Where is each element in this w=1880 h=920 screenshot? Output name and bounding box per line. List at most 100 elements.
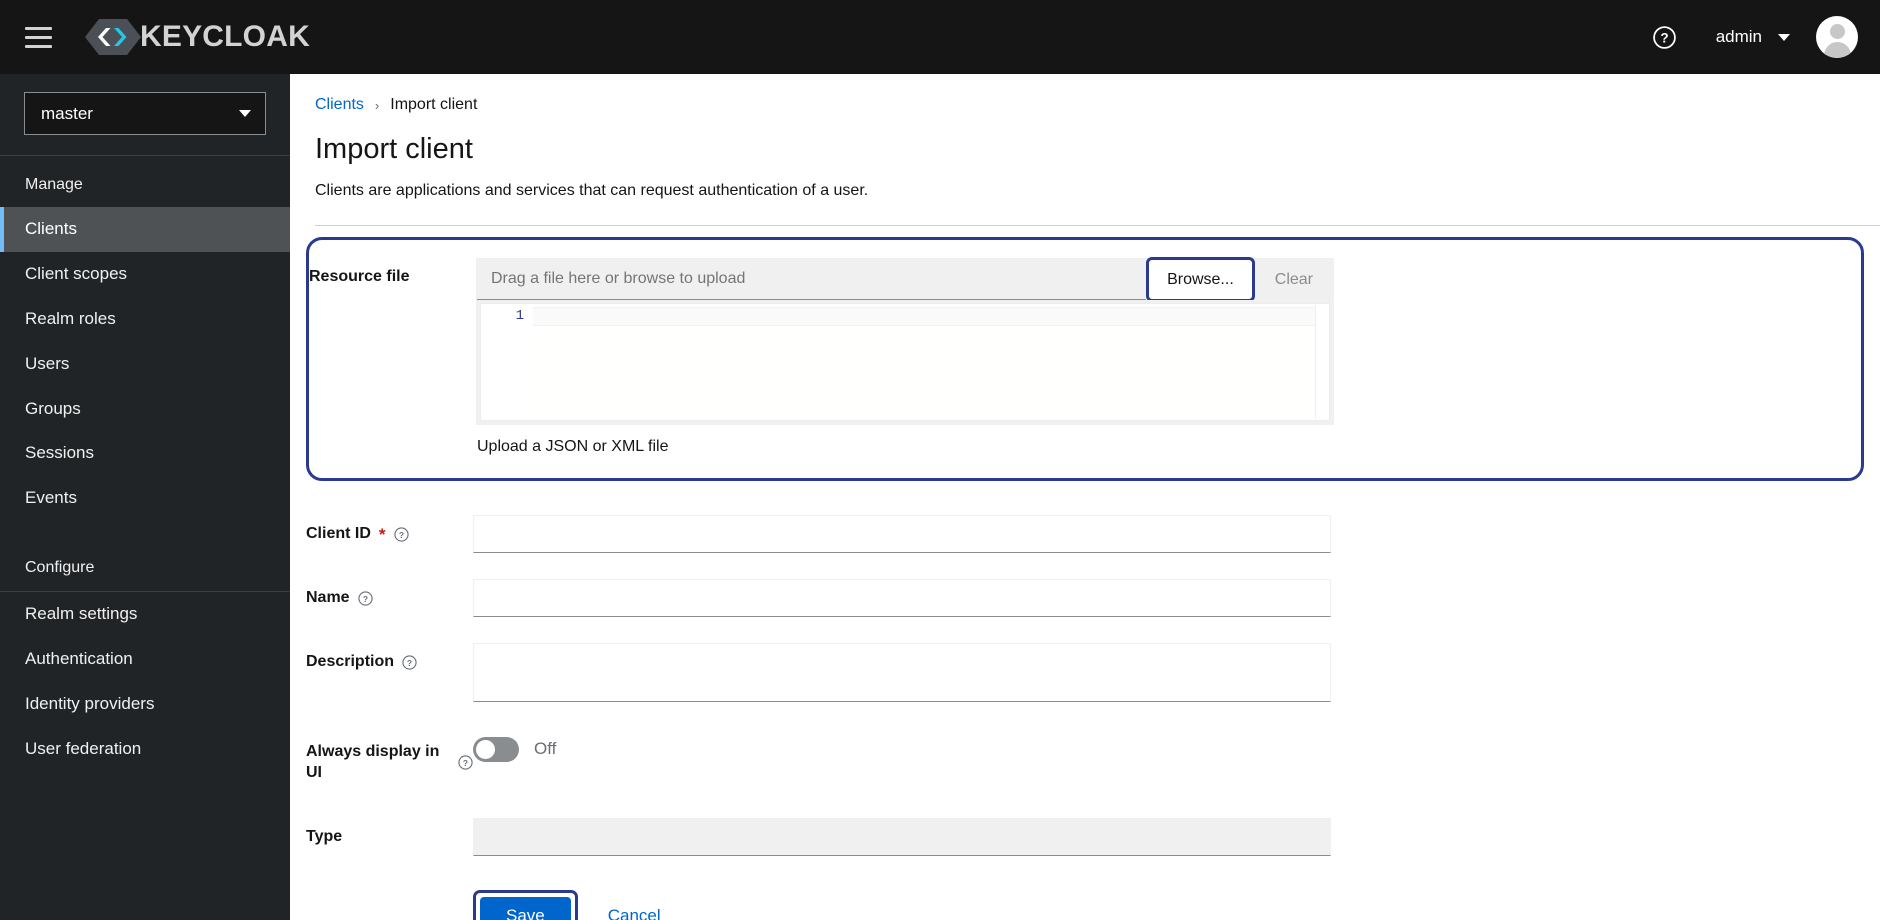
sidebar-item-sessions[interactable]: Sessions	[0, 431, 290, 476]
client-id-field	[473, 514, 1331, 553]
resource-file-label: Resource file	[309, 258, 476, 288]
breadcrumb-link-clients[interactable]: Clients	[315, 96, 364, 114]
always-display-toggle[interactable]	[473, 736, 519, 762]
question-circle-icon: ?	[402, 655, 417, 670]
code-editor-gutter: 1	[481, 304, 533, 421]
sidebar-item-realm-settings[interactable]: Realm settings	[0, 592, 290, 637]
chevron-down-icon	[1778, 33, 1790, 41]
line-number: 1	[515, 308, 524, 325]
clear-button[interactable]: Clear	[1255, 259, 1333, 300]
file-name-input[interactable]	[477, 259, 1147, 301]
type-input	[473, 817, 1331, 856]
type-field	[473, 817, 1331, 856]
sidebar-item-label: User federation	[25, 738, 142, 758]
hamburger-bar-icon	[24, 26, 52, 30]
save-button[interactable]: Save	[480, 896, 571, 920]
browse-button[interactable]: Browse...	[1150, 264, 1251, 295]
sidebar-item-groups[interactable]: Groups	[0, 387, 290, 432]
realm-selector[interactable]: master	[24, 92, 266, 135]
brand-logo-link[interactable]: KEYCLOAK	[84, 15, 310, 59]
help-icon[interactable]: ?	[402, 655, 417, 670]
header-divider	[315, 225, 1880, 227]
keycloak-hexagon-icon	[85, 19, 141, 55]
help-icon[interactable]: ?	[357, 591, 373, 606]
sidebar-item-clients[interactable]: Clients	[0, 206, 290, 252]
form-spacer	[290, 707, 1880, 733]
sidebar-item-label: Users	[25, 353, 70, 373]
masthead-toolbar: ? admin	[1642, 14, 1880, 60]
resource-file-field: Browse... Clear 1	[476, 257, 1334, 458]
breadcrumb: Clients › Import client	[315, 96, 1880, 114]
name-input[interactable]	[473, 578, 1331, 617]
breadcrumb-separator-icon: ›	[374, 97, 380, 113]
page-title: Import client	[315, 133, 473, 165]
name-field	[473, 578, 1331, 617]
always-display-state-label: Off	[534, 739, 557, 759]
description-textarea[interactable]	[473, 642, 1331, 702]
sidebar-item-client-scopes[interactable]: Client scopes	[0, 252, 290, 297]
client-id-input[interactable]	[473, 514, 1331, 553]
sidebar-item-label: Clients	[25, 218, 77, 238]
sidebar-item-label: Client scopes	[25, 263, 128, 283]
sidebar: master Manage Clients Client scopes Real…	[0, 74, 290, 920]
masthead: KEYCLOAK ? admin	[0, 0, 1880, 74]
hamburger-bar-icon	[24, 44, 52, 48]
resource-file-label-text: Resource file	[309, 268, 410, 286]
save-button-focus-ring: Save	[473, 889, 578, 920]
help-button[interactable]: ?	[1642, 14, 1688, 60]
help-icon[interactable]: ?	[458, 755, 473, 770]
always-display-label-text: Always display in UI	[306, 742, 440, 781]
sidebar-item-label: Authentication	[25, 649, 133, 669]
avatar[interactable]	[1816, 16, 1858, 58]
global-nav-toggle-button[interactable]	[13, 12, 63, 62]
resource-file-hint: Upload a JSON or XML file	[477, 438, 669, 456]
always-display-label: Always display in UI ?	[306, 733, 473, 784]
sidebar-section-configure-title: Configure	[0, 547, 290, 593]
sidebar-item-label: Sessions	[25, 443, 94, 463]
form-spacer	[290, 481, 1880, 515]
description-field	[473, 642, 1331, 707]
question-circle-icon: ?	[1653, 25, 1676, 49]
sidebar-item-label: Groups	[25, 398, 81, 418]
sidebar-item-realm-roles[interactable]: Realm roles	[0, 297, 290, 342]
form-spacer	[290, 553, 1880, 579]
sidebar-item-identity-providers[interactable]: Identity providers	[0, 682, 290, 727]
breadcrumb-current: Import client	[390, 96, 478, 113]
user-name-label: admin	[1715, 27, 1762, 46]
code-active-line	[533, 307, 1315, 327]
avatar-head-icon	[1829, 24, 1845, 39]
main-content: Clients › Import client Import client Cl…	[290, 74, 1880, 920]
sidebar-item-label: Realm roles	[25, 308, 116, 328]
page-subtitle: Clients are applications and services th…	[315, 181, 869, 199]
code-editor[interactable]: 1	[477, 300, 1333, 425]
sidebar-item-users[interactable]: Users	[0, 342, 290, 387]
code-editor-content[interactable]	[533, 304, 1329, 420]
page-header: Clients › Import client Import client Cl…	[290, 74, 1880, 227]
import-client-form: Resource file Browse... Clear	[290, 237, 1880, 920]
chevron-down-icon	[239, 110, 251, 117]
file-upload-toolbar: Browse... Clear	[477, 257, 1333, 303]
question-circle-icon: ?	[393, 527, 409, 542]
name-label-text: Name	[306, 588, 350, 606]
svg-text:?: ?	[463, 758, 468, 768]
resource-file-highlight-region: Resource file Browse... Clear	[306, 237, 1864, 481]
client-id-label-text: Client ID	[306, 524, 371, 542]
form-row-always-display: Always display in UI ? Off	[290, 733, 1880, 784]
svg-text:?: ?	[407, 658, 412, 668]
hamburger-bar-icon	[24, 35, 52, 39]
sidebar-item-events[interactable]: Events	[0, 476, 290, 521]
toggle-knob	[476, 739, 495, 759]
user-dropdown-button[interactable]: admin	[1716, 27, 1790, 47]
name-label: Name ?	[306, 579, 473, 609]
sidebar-item-user-federation[interactable]: User federation	[0, 727, 290, 772]
code-editor-inner: 1	[480, 303, 1330, 422]
brand-text: KEYCLOAK	[140, 20, 310, 53]
sidebar-item-label: Identity providers	[25, 694, 155, 714]
realm-selector-value: master	[41, 103, 93, 123]
form-row-client-id: Client ID * ?	[290, 514, 1880, 553]
sidebar-item-authentication[interactable]: Authentication	[0, 637, 290, 682]
help-icon[interactable]: ?	[393, 527, 409, 542]
svg-text:?: ?	[398, 530, 403, 540]
cancel-button[interactable]: Cancel	[598, 898, 671, 920]
code-editor-scrollbar[interactable]	[1315, 305, 1328, 420]
